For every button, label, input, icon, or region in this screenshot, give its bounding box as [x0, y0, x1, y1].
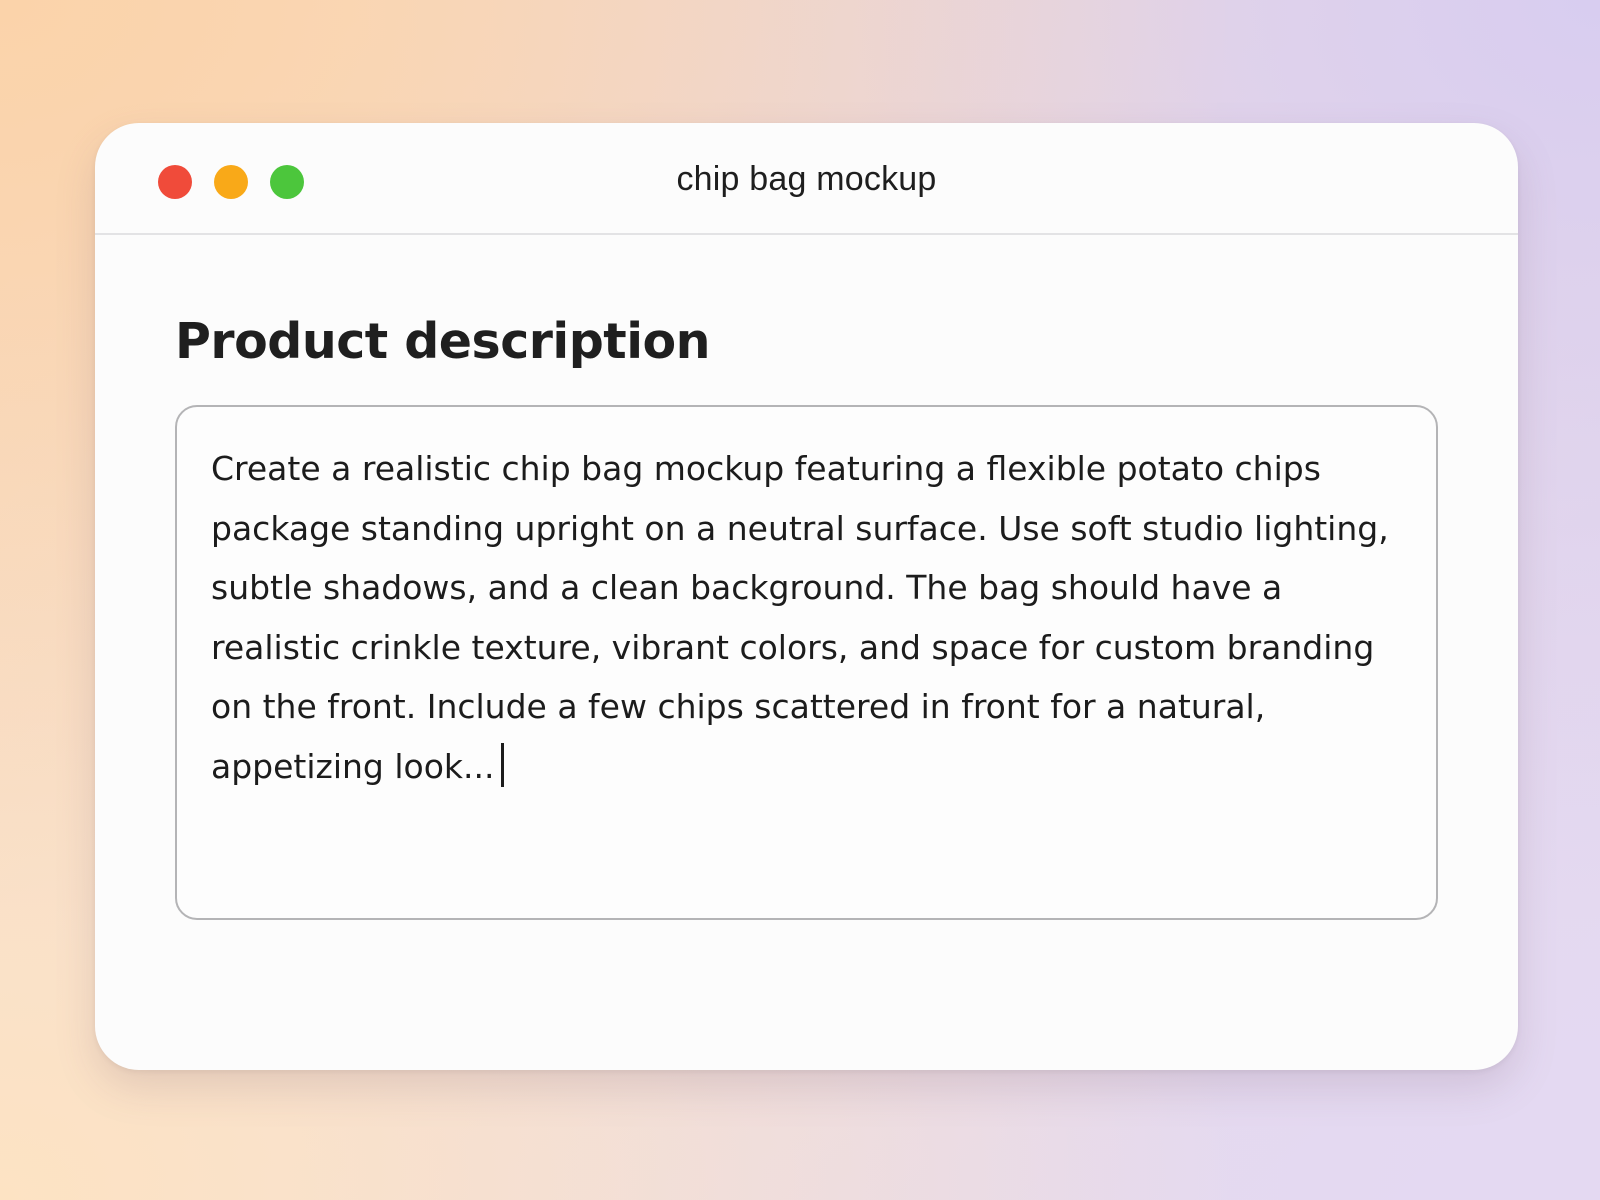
- window-title: chip bag mockup: [676, 160, 937, 198]
- title-bar: chip bag mockup: [95, 123, 1518, 235]
- app-window: chip bag mockup Product description Crea…: [95, 123, 1518, 1070]
- text-cursor: [500, 742, 504, 787]
- main-content: Product description Create a realistic c…: [175, 313, 1438, 920]
- textarea-value: Create a realistic chip bag mockup featu…: [211, 449, 1389, 786]
- product-description-textarea[interactable]: Create a realistic chip bag mockup featu…: [175, 405, 1438, 920]
- section-heading: Product description: [175, 313, 711, 370]
